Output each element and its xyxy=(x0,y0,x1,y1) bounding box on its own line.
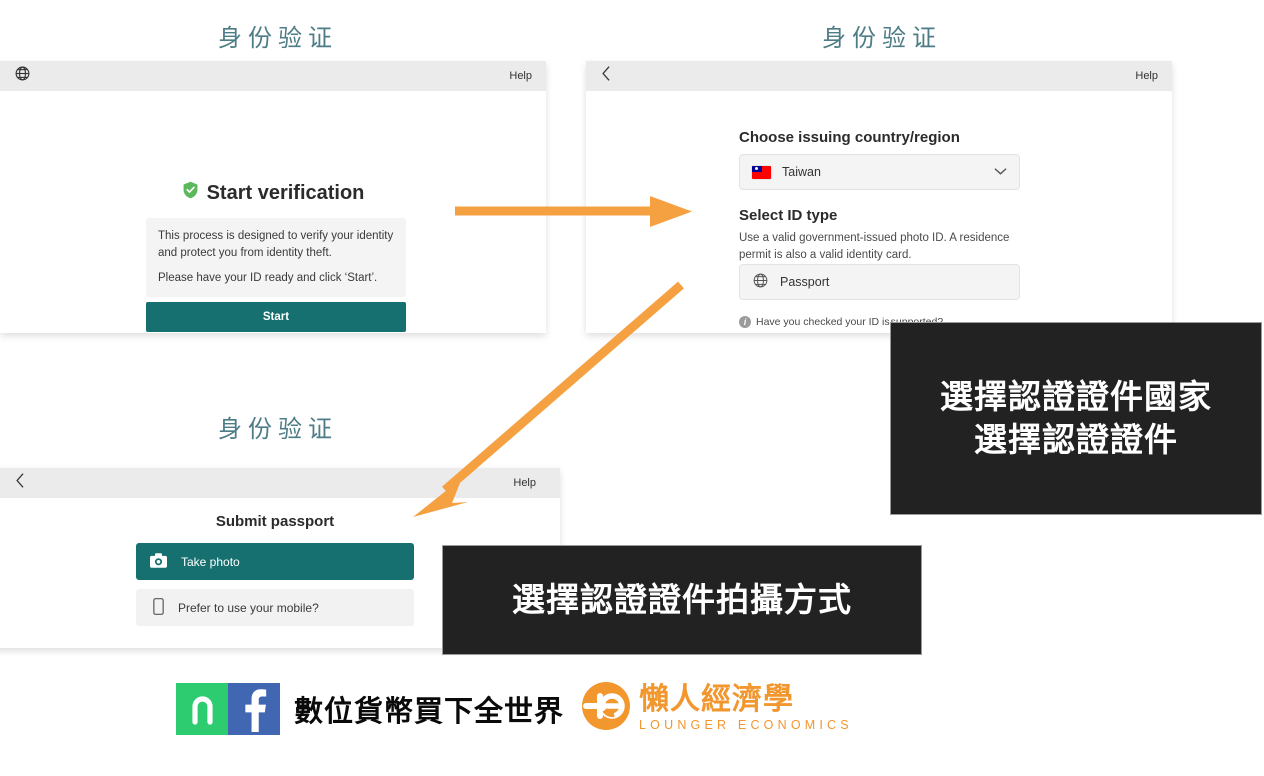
chevron-left-icon[interactable] xyxy=(14,472,27,494)
globe-icon xyxy=(752,272,769,292)
callout-capture-line-1: 選擇認證證件拍攝方式 xyxy=(512,580,852,618)
mobile-icon xyxy=(150,597,164,618)
brand-name-en: LOUNGER ECONOMICS xyxy=(639,718,853,733)
page-title-submit-passport: 身份验证 xyxy=(218,416,338,443)
chevron-down-icon xyxy=(994,165,1007,179)
taiwan-flag-icon xyxy=(752,165,771,179)
start-verification-heading-text: Start verification xyxy=(206,181,365,204)
line-icon[interactable] xyxy=(176,682,228,735)
option-take-photo-label: Take photo xyxy=(181,554,240,569)
option-take-photo[interactable]: Take photo xyxy=(136,543,414,580)
start-verification-description: This process is designed to verify your … xyxy=(146,218,406,298)
callout-country-line-2: 選擇認證證件 xyxy=(974,420,1178,458)
page-title-start-verification: 身份验证 xyxy=(218,25,338,52)
globe-icon[interactable] xyxy=(14,65,31,87)
footer-tagline: 數位貨幣買下全世界 xyxy=(294,693,565,728)
start-verification-heading: Start verification xyxy=(0,181,546,205)
info-icon: i xyxy=(739,316,751,328)
id-supported-hint-text: Have you checked your ID is xyxy=(756,316,890,328)
select-id-type-label: Select ID type xyxy=(739,207,838,224)
page-title-choose-country: 身份验证 xyxy=(822,25,942,52)
description-paragraph-1: This process is designed to verify your … xyxy=(158,230,394,259)
option-use-mobile[interactable]: Prefer to use your mobile? xyxy=(136,589,414,626)
help-link[interactable]: Help xyxy=(1135,70,1158,82)
callout-capture: 選擇認證證件拍攝方式 xyxy=(442,545,922,655)
callout-country: 選擇認證證件國家 選擇認證證件 xyxy=(890,322,1262,515)
facebook-icon[interactable] xyxy=(228,682,280,735)
brand-lounger-economics: 懶人經濟學 LOUNGER ECONOMICS xyxy=(580,680,853,737)
country-select-value: Taiwan xyxy=(782,165,821,179)
description-paragraph-2: Please have your ID ready and click ‘Sta… xyxy=(158,272,378,285)
id-type-option-label: Passport xyxy=(780,275,830,289)
panel-start-verification: Help Start verification This process is … xyxy=(0,61,546,333)
callout-country-line-1: 選擇認證證件國家 xyxy=(940,378,1212,416)
topbar-submit-passport: Help xyxy=(0,468,560,498)
footer-branding: 數位貨幣買下全世界 懶人經濟學 LOUNGER ECONOMICS xyxy=(176,680,853,737)
choose-country-label: Choose issuing country/region xyxy=(739,129,960,146)
shield-check-icon xyxy=(182,181,199,205)
help-link[interactable]: Help xyxy=(513,477,536,489)
submit-passport-heading: Submit passport xyxy=(215,513,335,530)
panel-choose-country: Help Choose issuing country/region Taiwa… xyxy=(586,61,1172,333)
start-button[interactable]: Start xyxy=(146,302,406,332)
country-select[interactable]: Taiwan xyxy=(739,154,1020,190)
topbar-choose-country: Help xyxy=(586,61,1172,91)
help-link[interactable]: Help xyxy=(509,70,532,82)
chevron-left-icon[interactable] xyxy=(600,65,613,87)
select-id-type-description: Use a valid government-issued photo ID. … xyxy=(739,232,1010,261)
id-type-option-passport[interactable]: Passport xyxy=(739,264,1020,300)
le-monogram-icon xyxy=(580,680,632,737)
camera-icon xyxy=(150,552,167,571)
option-use-mobile-label: Prefer to use your mobile? xyxy=(178,600,319,615)
topbar-start-verification: Help xyxy=(0,61,546,91)
brand-name-cn: 懶人經濟學 xyxy=(639,682,795,718)
